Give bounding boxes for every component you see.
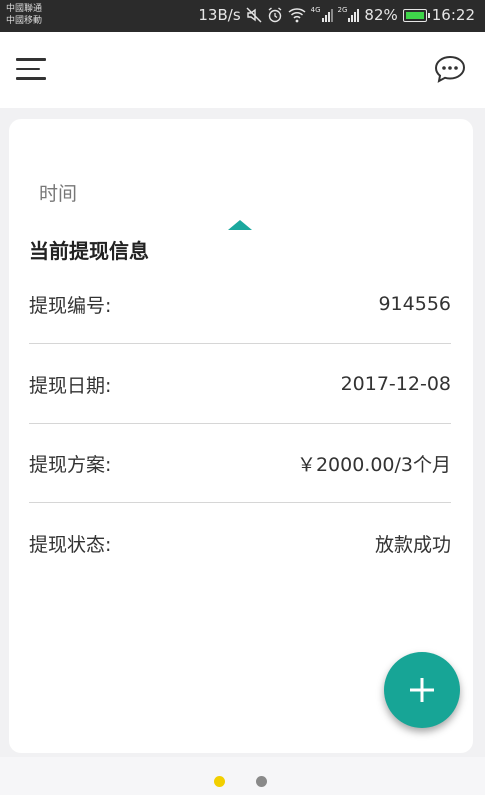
- info-row-id: 提现编号: 914556: [29, 264, 451, 344]
- row-label: 提现状态:: [29, 533, 112, 556]
- caret-up-icon: [228, 220, 252, 230]
- signal-4g-icon: 4G: [310, 6, 333, 22]
- add-button[interactable]: [384, 652, 460, 728]
- alarm-icon: [267, 7, 283, 23]
- time-filter-label[interactable]: 时间: [39, 179, 77, 206]
- mute-icon: [246, 7, 262, 23]
- network-4g-label: 4G: [310, 6, 321, 14]
- hamburger-menu-icon[interactable]: [16, 58, 46, 82]
- info-row-date: 提现日期: 2017-12-08: [29, 344, 451, 424]
- row-label: 提现编号:: [29, 294, 112, 317]
- chat-bubble-icon[interactable]: [433, 54, 467, 84]
- carrier-labels: 中國聯通 中國移動: [6, 3, 42, 27]
- row-label: 提现日期:: [29, 374, 112, 397]
- wifi-icon: [288, 7, 306, 23]
- info-row-status: 提现状态: 放款成功: [29, 503, 451, 583]
- row-value: ￥2000.00/3个月: [296, 453, 451, 476]
- section-title: 当前提现信息: [29, 239, 149, 263]
- row-value: 放款成功: [374, 533, 451, 556]
- app-header: [0, 32, 485, 108]
- status-bar: 中國聯通 中國移動 13B/s 4G 2G 82% 16:22: [0, 0, 485, 32]
- row-label: 提现方案:: [29, 453, 112, 476]
- network-2g-label: 2G: [337, 6, 348, 14]
- status-icons: 13B/s 4G 2G 82% 16:22: [198, 6, 475, 24]
- page-indicator-dot-2[interactable]: [256, 776, 267, 787]
- battery-percent: 82%: [364, 6, 398, 24]
- row-value: 914556: [378, 293, 451, 315]
- carrier-1: 中國聯通: [6, 4, 43, 14]
- clock: 16:22: [431, 6, 475, 24]
- row-value: 2017-12-08: [340, 373, 451, 395]
- battery-icon: [402, 8, 430, 22]
- page-indicator-dot-1[interactable]: [214, 776, 225, 787]
- network-speed: 13B/s: [198, 6, 241, 24]
- bottom-bar: [0, 757, 485, 795]
- plus-icon: [410, 678, 434, 702]
- carrier-2: 中國移動: [6, 16, 43, 26]
- signal-2g-icon: 2G: [337, 6, 360, 22]
- info-row-plan: 提现方案: ￥2000.00/3个月: [29, 423, 451, 503]
